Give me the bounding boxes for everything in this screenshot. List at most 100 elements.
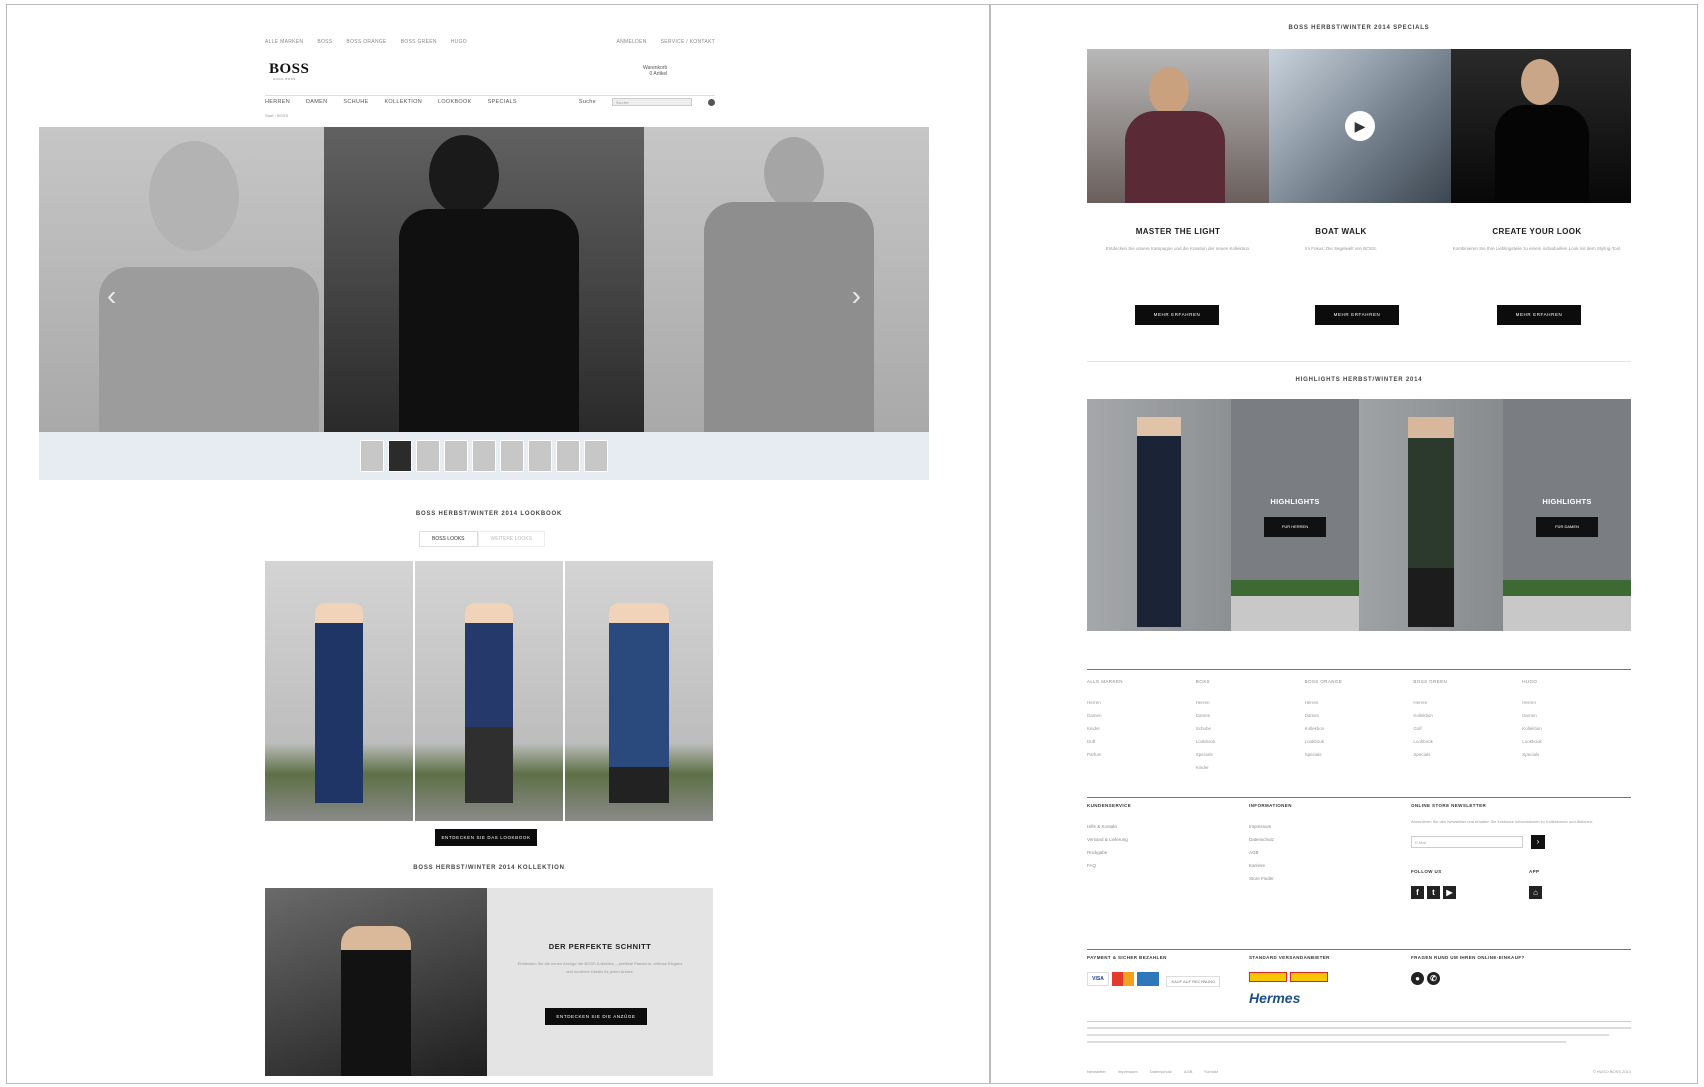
nav-item[interactable]: SCHUHE xyxy=(343,99,368,105)
look-card[interactable] xyxy=(565,561,713,821)
hero-thumbnail[interactable] xyxy=(584,440,608,472)
footer-link[interactable]: Kinder xyxy=(1087,722,1196,735)
hero-slide-prev[interactable]: ‹ xyxy=(39,127,324,432)
hero-slide-active[interactable] xyxy=(324,127,644,432)
hero-thumbnail[interactable] xyxy=(556,440,580,472)
twitter-icon[interactable]: t xyxy=(1427,886,1440,899)
special-image-create-your-look[interactable] xyxy=(1451,49,1631,203)
footer-link[interactable]: Lookbook xyxy=(1305,735,1414,748)
search-icon[interactable] xyxy=(708,98,715,106)
special-video-boat-walk[interactable]: ▶ xyxy=(1269,49,1451,203)
phone-icon[interactable]: ✆ xyxy=(1427,972,1440,985)
special-button[interactable]: MEHR ERFAHREN xyxy=(1315,305,1399,325)
footer-link[interactable]: Kollektion xyxy=(1413,709,1522,722)
hero-thumbnail[interactable] xyxy=(528,440,552,472)
chevron-left-icon[interactable]: ‹ xyxy=(107,280,116,312)
footer-bottom-link[interactable]: Impressum xyxy=(1118,1069,1138,1074)
tab-more-looks[interactable]: WEITERE LOOKS xyxy=(477,531,545,547)
special-image-master-the-light[interactable] xyxy=(1087,49,1269,203)
nav-item[interactable]: HERREN xyxy=(265,99,290,105)
play-icon[interactable]: ▶ xyxy=(1345,111,1375,141)
footer-link[interactable]: Kollektion xyxy=(1305,722,1414,735)
footer-link[interactable]: Rückgabe xyxy=(1087,846,1247,859)
footer-bottom-link[interactable]: Kontakt xyxy=(1204,1069,1218,1074)
footer-link[interactable]: Herren xyxy=(1413,696,1522,709)
footer-link[interactable]: Duft xyxy=(1087,735,1196,748)
footer-link[interactable]: Golf xyxy=(1413,722,1522,735)
hero-thumbnail[interactable] xyxy=(416,440,440,472)
promo-button[interactable]: ENTDECKEN SIE DIE ANZÜGE xyxy=(545,1008,647,1025)
hero-thumbnail[interactable] xyxy=(360,440,384,472)
footer-link[interactable]: Kinder xyxy=(1196,761,1305,774)
lookbook-button[interactable]: ENTDECKEN SIE DAS LOOKBOOK xyxy=(435,829,537,846)
hero-slide-next[interactable]: › xyxy=(644,127,929,432)
footer-link[interactable]: Herren xyxy=(1522,696,1631,709)
nav-item[interactable]: SPECIALS xyxy=(488,99,517,105)
footer-link[interactable]: Herren xyxy=(1305,696,1414,709)
highlight-image-men[interactable] xyxy=(1087,399,1231,631)
hero-thumbnail[interactable] xyxy=(500,440,524,472)
youtube-icon[interactable]: ▶ xyxy=(1443,886,1456,899)
special-button[interactable]: MEHR ERFAHREN xyxy=(1497,305,1581,325)
brand-logo[interactable]: BOSS xyxy=(269,61,309,78)
service-link[interactable]: SERVICE / KONTAKT xyxy=(661,39,715,45)
footer-link[interactable]: Store Finder xyxy=(1249,872,1399,885)
footer-link[interactable]: Datenschutz xyxy=(1249,833,1399,846)
breadcrumb[interactable]: Start · BOSS xyxy=(265,113,288,118)
footer-link[interactable]: Lookbook xyxy=(1522,735,1631,748)
app-store-icon[interactable]: ⌂ xyxy=(1529,886,1542,899)
nav-item[interactable]: LOOKBOOK xyxy=(438,99,472,105)
footer-link[interactable]: Karriere xyxy=(1249,859,1399,872)
highlight-panel-men[interactable]: HIGHLIGHTS FÜR HERREN xyxy=(1231,399,1359,631)
newsletter-submit-button[interactable]: › xyxy=(1531,834,1545,849)
highlight-image-women[interactable] xyxy=(1359,399,1503,631)
hero-thumbnail[interactable] xyxy=(472,440,496,472)
footer-link[interactable]: Specials xyxy=(1522,748,1631,761)
footer-link[interactable]: Damen xyxy=(1087,709,1196,722)
footer-bottom-link[interactable]: Datenschutz xyxy=(1150,1069,1172,1074)
footer-link[interactable]: Lookbook xyxy=(1413,735,1522,748)
hero-thumbnail-active[interactable] xyxy=(388,440,412,472)
special-button[interactable]: MEHR ERFAHREN xyxy=(1135,305,1219,325)
footer-link[interactable]: AGB xyxy=(1249,846,1399,859)
login-link[interactable]: ANMELDEN xyxy=(616,39,646,45)
highlight-button-women[interactable]: FÜR DAMEN xyxy=(1536,517,1598,537)
utility-link[interactable]: ALLE MARKEN xyxy=(265,39,303,45)
utility-link[interactable]: BOSS GREEN xyxy=(401,39,437,45)
look-card[interactable] xyxy=(265,561,413,821)
chevron-right-icon[interactable]: › xyxy=(852,280,861,312)
facebook-icon[interactable]: f xyxy=(1411,886,1424,899)
tab-boss-looks[interactable]: BOSS LOOKS xyxy=(419,531,478,547)
footer-link[interactable]: Damen xyxy=(1305,709,1414,722)
chat-icon[interactable]: ● xyxy=(1411,972,1424,985)
footer-link[interactable]: Impressum xyxy=(1249,820,1399,833)
newsletter-email-input[interactable]: E-Mail xyxy=(1411,835,1523,848)
highlight-button-men[interactable]: FÜR HERREN xyxy=(1264,517,1326,537)
footer-link[interactable]: Specials xyxy=(1196,748,1305,761)
footer-bottom-link[interactable]: AGB xyxy=(1184,1069,1192,1074)
footer-bottom-link[interactable]: Newsletter xyxy=(1087,1069,1106,1074)
utility-link[interactable]: BOSS xyxy=(317,39,332,45)
hero-carousel[interactable]: ‹ › xyxy=(39,127,929,432)
footer-link[interactable]: Hilfe & Kontakt xyxy=(1087,820,1247,833)
footer-link[interactable]: Kollektion xyxy=(1522,722,1631,735)
footer-link[interactable]: Schuhe xyxy=(1196,722,1305,735)
footer-link[interactable]: Versand & Lieferung xyxy=(1087,833,1247,846)
footer-link[interactable]: Damen xyxy=(1196,709,1305,722)
highlight-panel-women[interactable]: HIGHLIGHTS FÜR DAMEN xyxy=(1503,399,1631,631)
hero-thumbnail[interactable] xyxy=(444,440,468,472)
promo-image[interactable] xyxy=(265,888,487,1076)
footer-link[interactable]: FAQ xyxy=(1087,859,1247,872)
utility-link[interactable]: BOSS ORANGE xyxy=(346,39,386,45)
look-card[interactable] xyxy=(415,561,563,821)
nav-item[interactable]: DAMEN xyxy=(306,99,327,105)
footer-link[interactable]: Herren xyxy=(1196,696,1305,709)
nav-item[interactable]: KOLLEKTION xyxy=(384,99,422,105)
footer-link[interactable]: Herren xyxy=(1087,696,1196,709)
footer-link[interactable]: Damen xyxy=(1522,709,1631,722)
utility-link[interactable]: HUGO xyxy=(451,39,467,45)
footer-link[interactable]: Specials xyxy=(1413,748,1522,761)
search-input[interactable]: Suche xyxy=(612,98,692,106)
footer-link[interactable]: Parfum xyxy=(1087,748,1196,761)
footer-link[interactable]: Lookbook xyxy=(1196,735,1305,748)
